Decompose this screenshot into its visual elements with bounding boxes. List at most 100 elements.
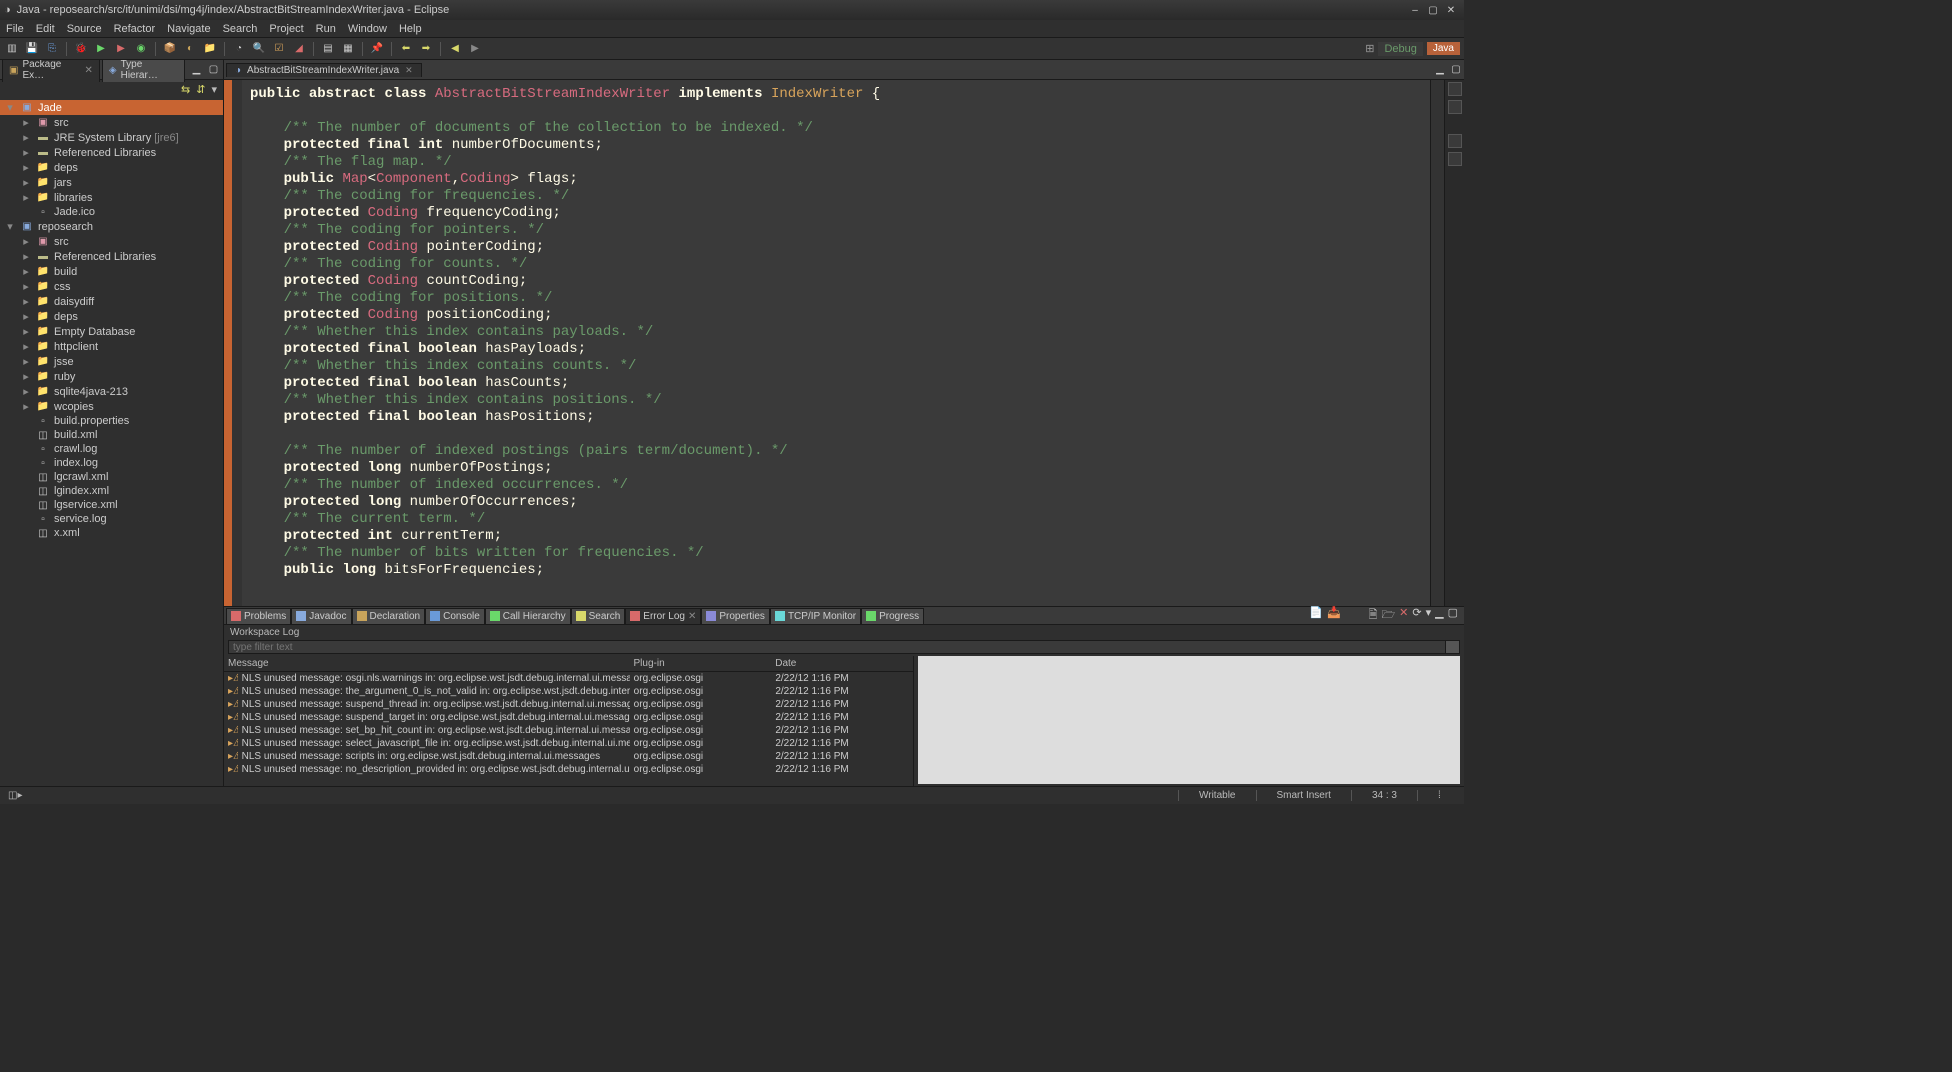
view-menu-icon[interactable]: ▾ bbox=[211, 83, 217, 96]
run-icon[interactable]: ▶ bbox=[93, 41, 109, 57]
log-row[interactable]: ▸⚠NLS unused message: select_javascript_… bbox=[224, 737, 913, 750]
menu-help[interactable]: Help bbox=[399, 23, 422, 35]
new-class-icon[interactable]: ◐ bbox=[182, 41, 198, 57]
save-icon[interactable]: 💾 bbox=[24, 41, 40, 57]
tree-item[interactable]: ▸📁Empty Database bbox=[0, 324, 223, 339]
save-all-icon[interactable]: ⎘ bbox=[44, 41, 60, 57]
forward-icon[interactable]: ➡ bbox=[418, 41, 434, 57]
log-row[interactable]: ▸⚠NLS unused message: scripts in: org.ec… bbox=[224, 750, 913, 763]
import-log-icon[interactable]: 📥 bbox=[1327, 606, 1341, 625]
collapse-all-icon[interactable]: ⇆ bbox=[181, 83, 190, 96]
delete-log-icon[interactable]: ✕ bbox=[1399, 606, 1408, 625]
tab-error-log[interactable]: Error Log ✕ bbox=[625, 608, 701, 624]
tab-progress[interactable]: Progress bbox=[861, 608, 924, 624]
tree-item[interactable]: ◫lgservice.xml bbox=[0, 498, 223, 512]
tree-item[interactable]: ▸▬Referenced Libraries bbox=[0, 145, 223, 160]
open-perspective-icon[interactable]: ⊞ bbox=[1365, 42, 1374, 55]
project-jade[interactable]: ▾▣Jade bbox=[0, 100, 223, 115]
nav-back-icon[interactable]: ◀ bbox=[447, 41, 463, 57]
task-search-icon[interactable]: ◢ bbox=[291, 41, 307, 57]
menu-run[interactable]: Run bbox=[316, 23, 336, 35]
tab-javadoc[interactable]: Javadoc bbox=[291, 608, 351, 624]
tree-item[interactable]: ▸📁wcopies bbox=[0, 399, 223, 414]
link-editor-icon[interactable]: ⇵ bbox=[196, 83, 205, 96]
debug-perspective[interactable]: Debug bbox=[1378, 42, 1422, 56]
menu-edit[interactable]: Edit bbox=[36, 23, 55, 35]
log-row[interactable]: ▸⚠NLS unused message: the_argument_0_is_… bbox=[224, 685, 913, 698]
menu-refactor[interactable]: Refactor bbox=[114, 23, 156, 35]
project-reposearch[interactable]: ▾▣reposearch bbox=[0, 219, 223, 234]
debug-icon[interactable]: 🐞 bbox=[73, 41, 89, 57]
tab-console[interactable]: Console bbox=[425, 608, 485, 624]
log-row[interactable]: ▸⚠NLS unused message: suspend_thread in:… bbox=[224, 698, 913, 711]
filter-input[interactable] bbox=[228, 640, 1446, 654]
tab-type-hierarchy[interactable]: ◈ Type Hierar… bbox=[102, 60, 185, 82]
task-icon[interactable]: ☑ bbox=[271, 41, 287, 57]
tree-item[interactable]: ▸📁deps bbox=[0, 160, 223, 175]
minimap-trim-icon[interactable] bbox=[1448, 134, 1462, 148]
other-trim-icon[interactable] bbox=[1448, 152, 1462, 166]
log-row[interactable]: ▸⚠NLS unused message: osgi.nls.warnings … bbox=[224, 672, 913, 685]
tree-item[interactable]: ▫service.log bbox=[0, 512, 223, 526]
menu-project[interactable]: Project bbox=[269, 23, 303, 35]
new-folder-icon[interactable]: 📁 bbox=[202, 41, 218, 57]
filter-dropdown-icon[interactable] bbox=[1446, 640, 1460, 654]
tree-item[interactable]: ◫x.xml bbox=[0, 526, 223, 540]
search-icon[interactable]: 🔍 bbox=[251, 41, 267, 57]
toggle-mark-icon[interactable]: ▦ bbox=[340, 41, 356, 57]
tab-search[interactable]: Search bbox=[571, 608, 626, 624]
tree-item[interactable]: ▸▣src bbox=[0, 234, 223, 249]
menu-file[interactable]: File bbox=[6, 23, 24, 35]
tab-properties[interactable]: Properties bbox=[701, 608, 770, 624]
col-plugin[interactable]: Plug-in bbox=[630, 658, 772, 669]
tree-item[interactable]: ▸▬JRE System Library [jre6] bbox=[0, 130, 223, 145]
tree-item[interactable]: ◫build.xml bbox=[0, 428, 223, 442]
tree-item[interactable]: ▸📁ruby bbox=[0, 369, 223, 384]
tree-item[interactable]: ▸📁httpclient bbox=[0, 339, 223, 354]
view-menu-icon[interactable]: ▾ bbox=[1426, 606, 1432, 625]
tree-item[interactable]: ▸▣src bbox=[0, 115, 223, 130]
tasklist-trim-icon[interactable] bbox=[1448, 100, 1462, 114]
maximize-editor-icon[interactable]: ▢ bbox=[1448, 62, 1464, 78]
open-type-icon[interactable]: ◔ bbox=[231, 41, 247, 57]
col-date[interactable]: Date bbox=[771, 658, 913, 669]
col-message[interactable]: Message bbox=[224, 658, 630, 669]
new-icon[interactable]: ▥ bbox=[4, 41, 20, 57]
log-row[interactable]: ▸⚠NLS unused message: no_description_pro… bbox=[224, 763, 913, 776]
back-icon[interactable]: ⬅ bbox=[398, 41, 414, 57]
close-button[interactable]: ✕ bbox=[1444, 3, 1458, 17]
project-tree[interactable]: ▾▣Jade▸▣src▸▬JRE System Library [jre6]▸▬… bbox=[0, 98, 223, 786]
tree-item[interactable]: ▸📁deps bbox=[0, 309, 223, 324]
java-perspective[interactable]: Java bbox=[1427, 42, 1460, 55]
log-rows[interactable]: ▸⚠NLS unused message: osgi.nls.warnings … bbox=[224, 672, 913, 776]
new-package-icon[interactable]: 📦 bbox=[162, 41, 178, 57]
tree-item[interactable]: ▫Jade.ico bbox=[0, 205, 223, 219]
menu-search[interactable]: Search bbox=[223, 23, 258, 35]
tab-tcp-ip-monitor[interactable]: TCP/IP Monitor bbox=[770, 608, 861, 624]
tree-item[interactable]: ▸📁css bbox=[0, 279, 223, 294]
minimize-view-icon[interactable]: ▁ bbox=[1435, 606, 1443, 625]
maximize-view-icon[interactable]: ▢ bbox=[1448, 606, 1458, 625]
run-ext-icon[interactable]: ▶ bbox=[113, 41, 129, 57]
tree-item[interactable]: ▸📁sqlite4java-213 bbox=[0, 384, 223, 399]
overview-ruler[interactable] bbox=[1430, 80, 1444, 606]
tree-item[interactable]: ▸📁jsse bbox=[0, 354, 223, 369]
tree-item[interactable]: ◫lgindex.xml bbox=[0, 484, 223, 498]
maximize-view-icon[interactable]: ▢ bbox=[206, 62, 221, 78]
menu-navigate[interactable]: Navigate bbox=[167, 23, 210, 35]
tree-item[interactable]: ▸📁daisydiff bbox=[0, 294, 223, 309]
tree-item[interactable]: ▫build.properties bbox=[0, 414, 223, 428]
status-heap-icon[interactable]: ⁞ bbox=[1417, 790, 1458, 801]
minimize-editor-icon[interactable]: ▁ bbox=[1432, 62, 1448, 78]
status-icon[interactable]: ◫▸ bbox=[6, 790, 22, 801]
close-icon[interactable]: ✕ bbox=[85, 65, 93, 76]
code-content[interactable]: public abstract class AbstractBitStreamI… bbox=[242, 80, 1430, 606]
tree-item[interactable]: ◫lgcrawl.xml bbox=[0, 470, 223, 484]
tree-item[interactable]: ▫index.log bbox=[0, 456, 223, 470]
export-log-icon[interactable]: 📄 bbox=[1309, 606, 1323, 625]
close-icon[interactable]: ✕ bbox=[405, 65, 413, 76]
tree-item[interactable]: ▸📁jars bbox=[0, 175, 223, 190]
coverage-icon[interactable]: ◉ bbox=[133, 41, 149, 57]
maximize-button[interactable]: ▢ bbox=[1426, 3, 1440, 17]
tree-item[interactable]: ▫crawl.log bbox=[0, 442, 223, 456]
